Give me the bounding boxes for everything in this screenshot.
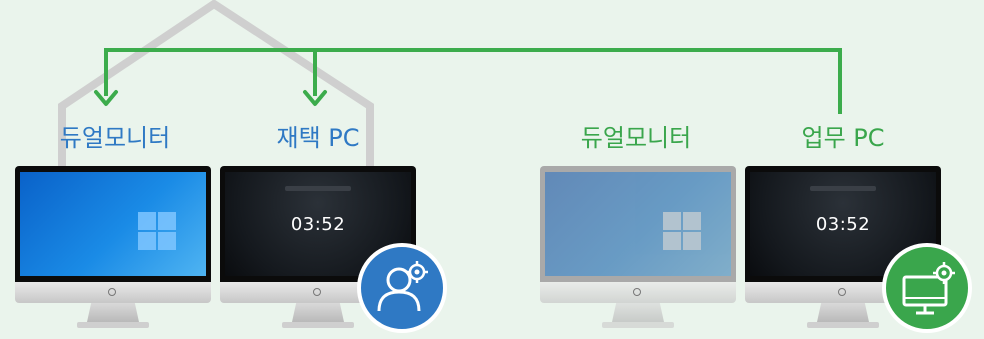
windows-screen <box>545 172 731 276</box>
right-dual-monitor-label: 듀얼모니터 <box>580 124 692 152</box>
diagram-stage: 듀얼모니터 재택 PC 듀얼모니터 업무 PC 03:52 03:52 <box>0 0 984 339</box>
monitor-stand <box>817 303 869 322</box>
user-gear-badge <box>357 243 447 333</box>
user-gear-icon <box>377 261 428 312</box>
power-icon <box>313 288 321 296</box>
power-icon <box>838 288 846 296</box>
search-bar <box>810 186 876 191</box>
lock-screen-clock: 03:52 <box>290 214 346 235</box>
monitor-gear-icon <box>902 262 955 315</box>
monitor-stand <box>292 303 344 322</box>
monitor-foot <box>807 322 879 328</box>
lock-screen-clock: 03:52 <box>815 214 871 235</box>
monitor-bezel <box>15 166 211 282</box>
monitor-gear-badge <box>882 243 972 333</box>
green-connector-line <box>104 48 842 114</box>
monitor-stand <box>612 303 664 322</box>
left-dual-monitor-label: 듀얼모니터 <box>59 124 171 152</box>
windows-logo-icon <box>138 212 176 250</box>
monitor-bezel <box>540 166 736 282</box>
search-bar <box>285 186 351 191</box>
monitor-stand <box>87 303 139 322</box>
windows-logo-icon <box>663 212 701 250</box>
power-icon <box>108 288 116 296</box>
right-dual-monitor <box>540 166 736 331</box>
monitor-foot <box>282 322 354 328</box>
monitor-foot <box>77 322 149 328</box>
monitor-foot <box>602 322 674 328</box>
work-pc-label: 업무 PC <box>801 124 885 152</box>
left-dual-monitor <box>15 166 211 331</box>
windows-screen <box>20 172 206 276</box>
power-icon <box>633 288 641 296</box>
home-pc-label: 재택 PC <box>276 124 360 152</box>
